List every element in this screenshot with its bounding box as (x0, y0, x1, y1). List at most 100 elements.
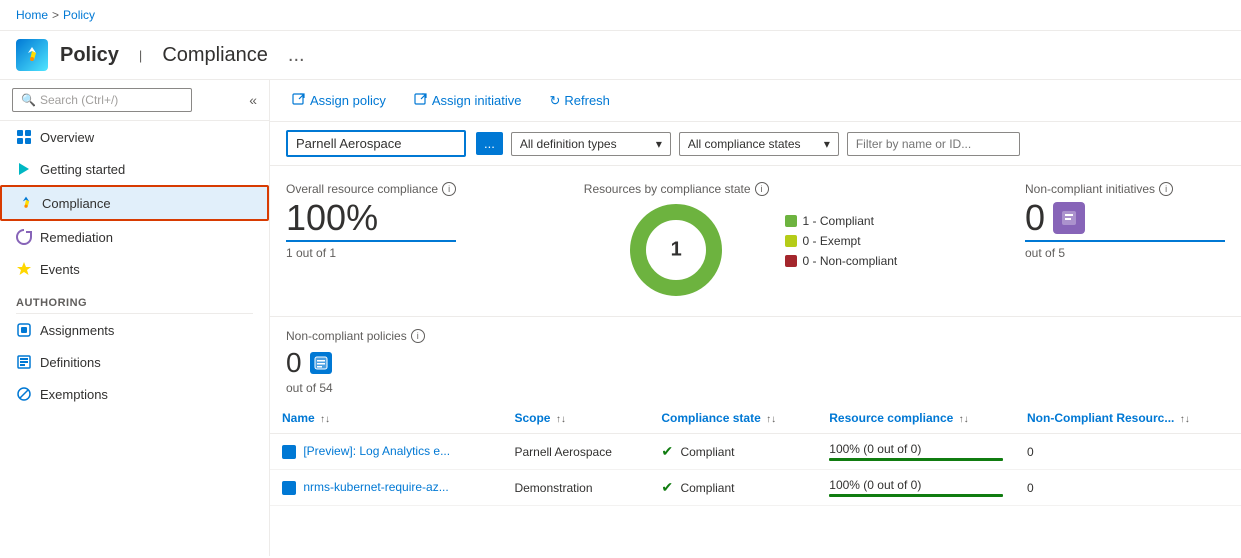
assignments-icon (16, 322, 32, 338)
initiatives-icon (1053, 202, 1085, 234)
compliance-icon (18, 195, 34, 211)
main-layout: 🔍 Search (Ctrl+/) « Overview Getting sta… (0, 80, 1241, 556)
row1-name-link[interactable]: [Preview]: Log Analytics e... (303, 444, 450, 458)
search-input[interactable]: 🔍 Search (Ctrl+/) (12, 88, 192, 112)
col-scope[interactable]: Scope ↑↓ (502, 403, 649, 434)
definition-types-label: All definition types (520, 137, 617, 151)
initiatives-info-icon[interactable]: i (1159, 182, 1173, 196)
definitions-icon (16, 354, 32, 370)
legend-non-compliant-label: 0 - Non-compliant (803, 254, 898, 268)
compliance-states-dropdown[interactable]: All compliance states ▾ (679, 132, 839, 156)
sidebar-item-label-compliance: Compliance (42, 196, 111, 211)
row2-scope: Demonstration (502, 470, 649, 506)
stats-area: Overall resource compliance i 100% 1 out… (270, 166, 1241, 317)
compliance-states-label: All compliance states (688, 137, 801, 151)
row1-compliance-state: ✔ Compliant (649, 434, 817, 470)
sidebar-item-remediation[interactable]: Remediation (0, 221, 269, 253)
sidebar-item-label-exemptions: Exemptions (40, 387, 108, 402)
authoring-section-label: Authoring (0, 285, 269, 313)
policies-info-icon[interactable]: i (411, 329, 425, 343)
row1-non-compliant: 0 (1015, 434, 1241, 470)
chart-info-icon[interactable]: i (755, 182, 769, 196)
overall-value: 100% (286, 200, 456, 236)
scope-selector[interactable]: Parnell Aerospace (286, 130, 466, 157)
assign-policy-icon (292, 92, 306, 109)
overall-sub: 1 out of 1 (286, 240, 456, 260)
col-name[interactable]: Name ↑↓ (270, 403, 502, 434)
row2-non-compliant: 0 (1015, 470, 1241, 506)
assign-initiative-button[interactable]: Assign initiative (408, 88, 528, 113)
sidebar-item-label-definitions: Definitions (40, 355, 101, 370)
sidebar-item-overview[interactable]: Overview (0, 121, 269, 153)
col-compliance-state[interactable]: Compliance state ↑↓ (649, 403, 817, 434)
breadcrumb-sep: > (52, 8, 59, 22)
overview-icon (16, 129, 32, 145)
breadcrumb: Home > Policy (0, 0, 1241, 31)
legend-non-compliant: 0 - Non-compliant (785, 254, 898, 268)
row1-compliance-bar (829, 458, 1003, 461)
col-non-compliant[interactable]: Non-Compliant Resourc... ↑↓ (1015, 403, 1241, 434)
toolbar: Assign policy Assign initiative ↻ Refres… (270, 80, 1241, 122)
breadcrumb-policy[interactable]: Policy (63, 8, 95, 22)
legend-exempt: 0 - Exempt (785, 234, 898, 248)
sidebar-item-getting-started[interactable]: Getting started (0, 153, 269, 185)
exemptions-icon (16, 386, 32, 402)
row2-name-icon (282, 481, 296, 495)
row2-compliance-bar (829, 494, 1003, 497)
refresh-button[interactable]: ↻ Refresh (543, 89, 615, 113)
row1-compliant-icon: ✔ (661, 443, 673, 459)
sidebar-item-label-getting-started: Getting started (40, 162, 125, 177)
row1-compliance-label: Compliant (680, 445, 734, 459)
refresh-icon: ↻ (549, 93, 560, 109)
sidebar: 🔍 Search (Ctrl+/) « Overview Getting sta… (0, 80, 270, 556)
name-sort-icon: ↑↓ (320, 414, 330, 425)
sidebar-item-label-overview: Overview (40, 130, 94, 145)
row2-name-link[interactable]: nrms-kubernet-require-az... (303, 480, 448, 494)
legend-compliant: 1 - Compliant (785, 214, 898, 228)
sidebar-item-events[interactable]: Events (0, 253, 269, 285)
sidebar-item-definitions[interactable]: Definitions (0, 346, 269, 378)
overall-label: Overall resource compliance i (286, 182, 456, 196)
definition-types-chevron: ▾ (656, 137, 662, 151)
breadcrumb-home[interactable]: Home (16, 8, 48, 22)
assign-policy-button[interactable]: Assign policy (286, 88, 392, 113)
sidebar-search-area: 🔍 Search (Ctrl+/) « (0, 80, 269, 121)
sidebar-item-assignments[interactable]: Assignments (0, 314, 269, 346)
sidebar-item-label-events: Events (40, 262, 80, 277)
non-compliant-sort-icon: ↑↓ (1180, 414, 1190, 425)
collapse-btn[interactable]: « (249, 92, 257, 108)
compliance-state-sort-icon: ↑↓ (766, 414, 776, 425)
overall-compliance-block: Overall resource compliance i 100% 1 out… (286, 182, 456, 260)
ellipsis-menu-btn[interactable]: ... (288, 44, 305, 67)
chart-block: Resources by compliance state i 1 (480, 182, 1001, 300)
definition-types-dropdown[interactable]: All definition types ▾ (511, 132, 671, 156)
row1-resource-compliance-value: 100% (0 out of 0) (829, 442, 1003, 456)
scope-browse-btn[interactable]: ... (476, 132, 503, 155)
row2-compliant-icon: ✔ (661, 479, 673, 495)
table-row: nrms-kubernet-require-az... Demonstratio… (270, 470, 1241, 506)
row2-resource-compliance: 100% (0 out of 0) (817, 470, 1015, 506)
sidebar-item-compliance[interactable]: Compliance (0, 185, 269, 221)
col-resource-compliance[interactable]: Resource compliance ↑↓ (817, 403, 1015, 434)
row2-resource-compliance-value: 100% (0 out of 0) (829, 478, 1003, 492)
sidebar-item-label-assignments: Assignments (40, 323, 114, 338)
filters-row: Parnell Aerospace ... All definition typ… (270, 122, 1241, 166)
table-header: Name ↑↓ Scope ↑↓ Compliance state ↑↓ R (270, 403, 1241, 434)
assign-initiative-icon (414, 92, 428, 109)
sidebar-item-exemptions[interactable]: Exemptions (0, 378, 269, 410)
row1-resource-compliance: 100% (0 out of 0) (817, 434, 1015, 470)
sidebar-nav: Overview Getting started Complia (0, 121, 269, 556)
name-filter-input[interactable] (847, 132, 1020, 156)
policies-icon (310, 352, 332, 374)
compliance-states-chevron: ▾ (824, 137, 830, 151)
overall-info-icon[interactable]: i (442, 182, 456, 196)
chart-label: Resources by compliance state i (584, 182, 769, 196)
policies-section: Non-compliant policies i 0 out of 54 (270, 317, 1241, 403)
row1-resource-compliance-cell: 100% (0 out of 0) (829, 442, 1003, 461)
initiatives-value: 0 (1025, 200, 1045, 236)
legend-exempt-color (785, 235, 797, 247)
content-area: Assign policy Assign initiative ↻ Refres… (270, 80, 1241, 556)
page-title-sep: | (139, 48, 142, 63)
initiatives-block: Non-compliant initiatives i 0 out of 5 (1025, 182, 1225, 260)
donut-chart: 1 (626, 200, 726, 300)
